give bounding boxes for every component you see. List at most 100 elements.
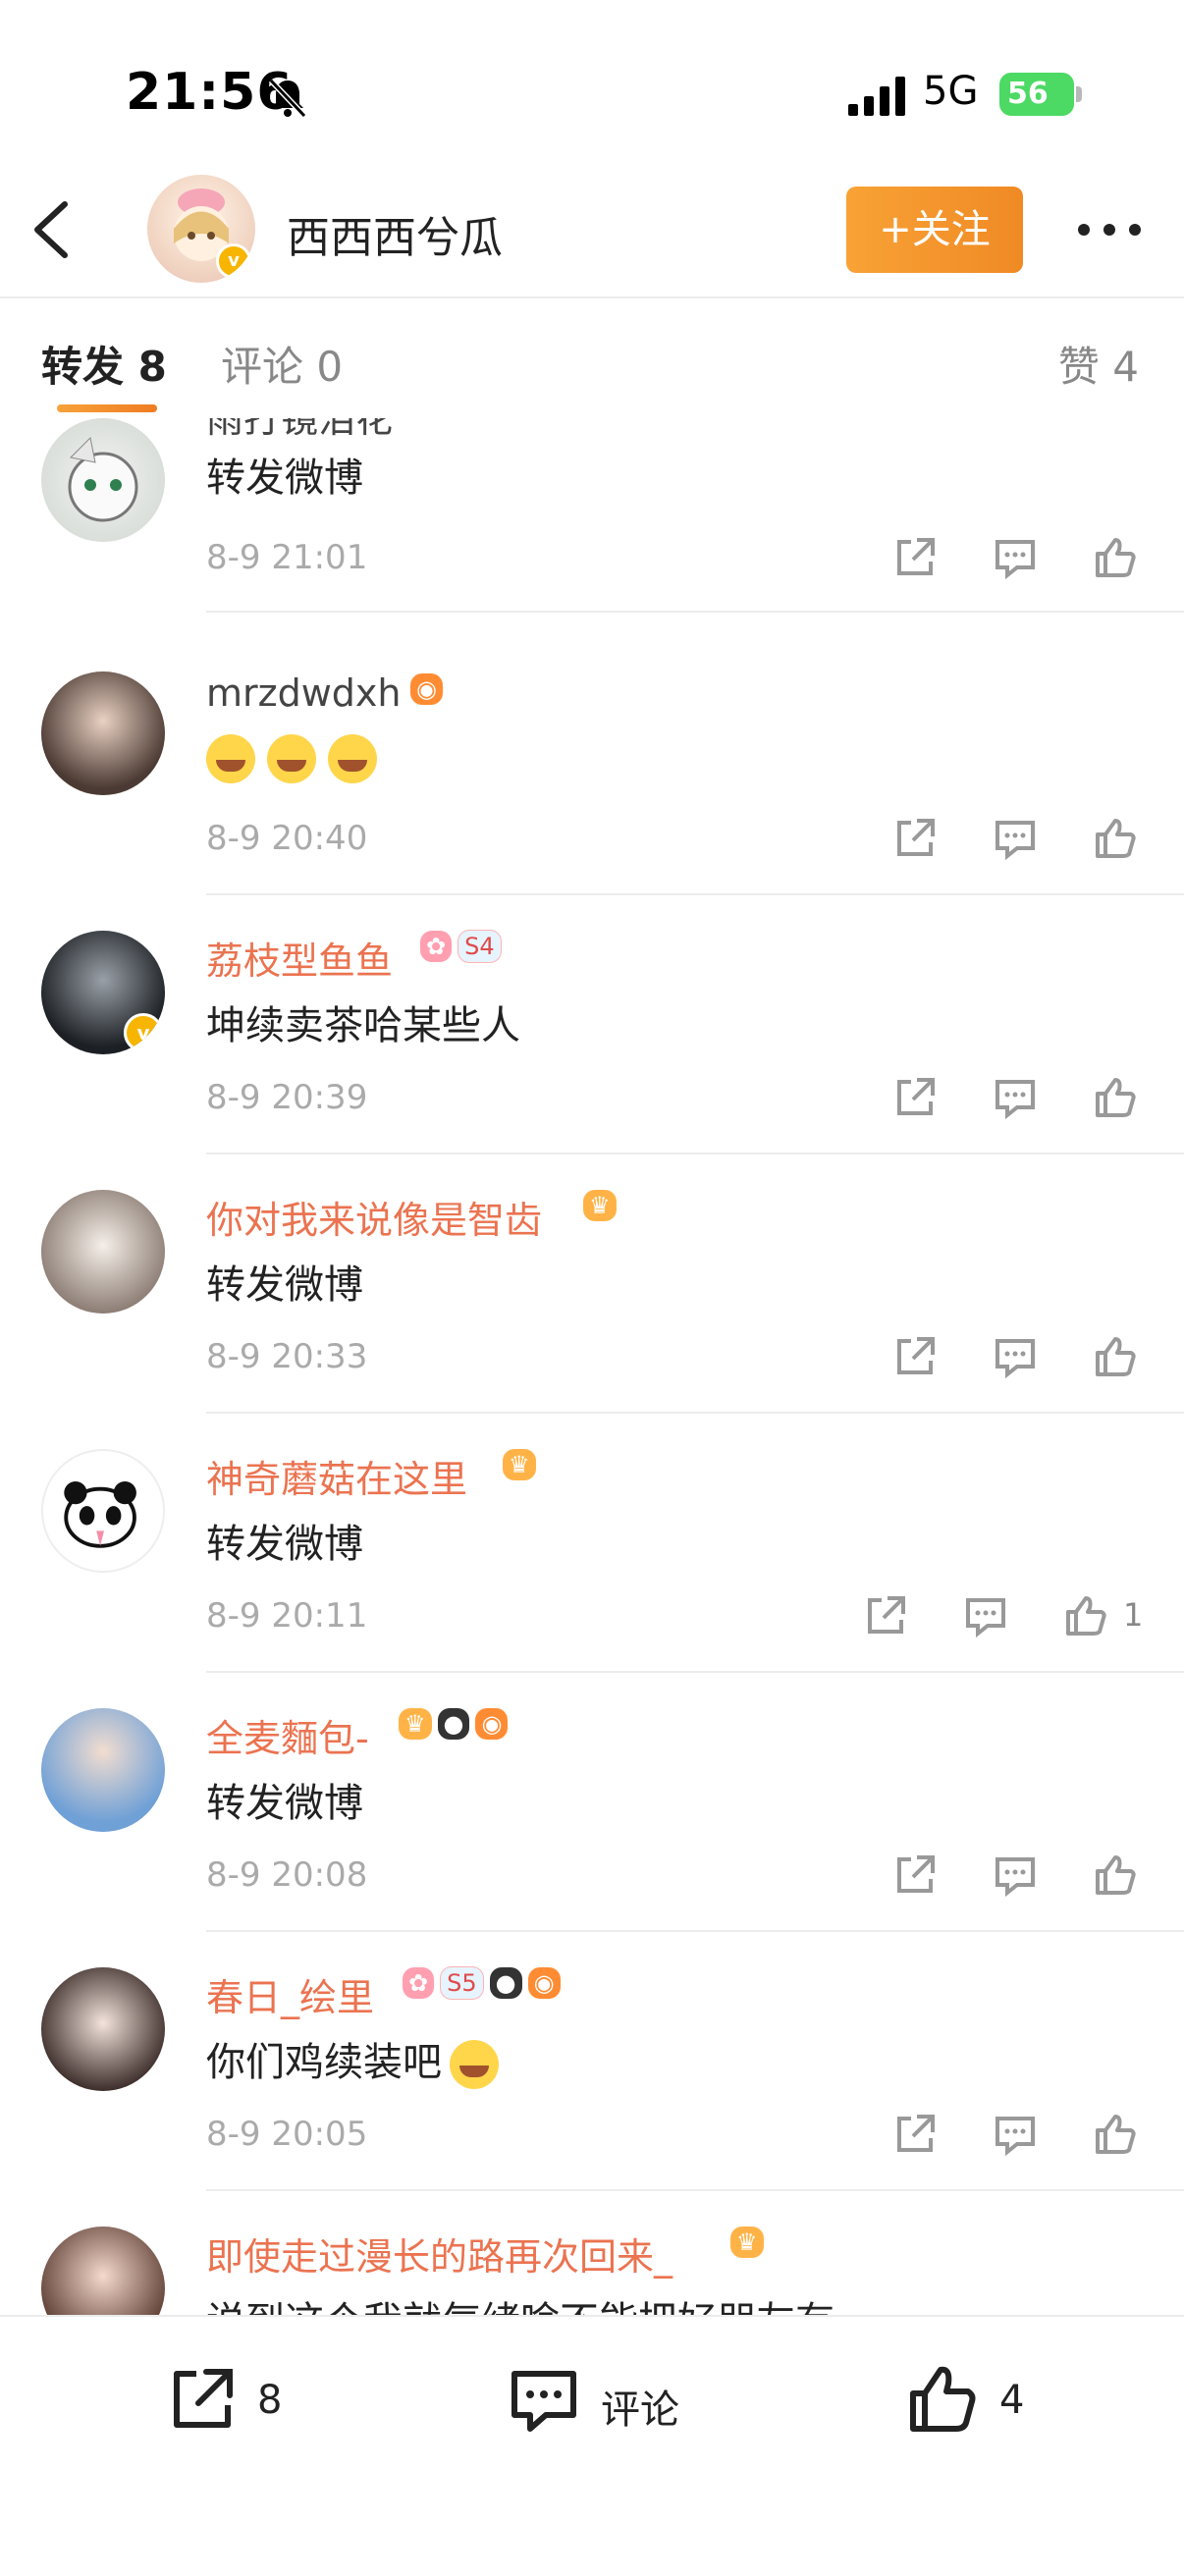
- comment-icon[interactable]: [990, 1850, 1041, 1901]
- like-icon[interactable]: [1090, 2109, 1141, 2160]
- battery-cap: [1076, 86, 1082, 102]
- repost-text-content: 你们鸡续装吧: [206, 2040, 442, 2085]
- repost-text: 转发微博: [206, 1262, 363, 1308]
- divider: [206, 1412, 1184, 1414]
- comment-icon[interactable]: [990, 813, 1041, 864]
- divider: [206, 611, 1184, 613]
- user-badges: ◉: [410, 671, 449, 705]
- repost-text: 转发微博: [206, 1522, 363, 1567]
- crown-badge-icon: ♛: [730, 2227, 764, 2258]
- bottom-action-bar: 8 评论 4: [0, 2315, 1184, 2576]
- username[interactable]: mrzdwdxh: [206, 671, 401, 715]
- avatar[interactable]: [41, 418, 165, 542]
- signal-icon: [848, 77, 905, 116]
- like-icon[interactable]: [1090, 1850, 1141, 1901]
- fish-badge-icon: ◉: [527, 1967, 561, 1999]
- username[interactable]: 你对我来说像是智齿: [206, 1190, 542, 1244]
- crown-badge-icon: ♛: [583, 1190, 617, 1221]
- comment-icon[interactable]: [990, 1072, 1041, 1123]
- timestamp: 8-9 20:33: [206, 1337, 368, 1376]
- rabbit-badge-icon: ✿: [420, 931, 453, 962]
- tab-bar: 转发 8 评论 0 赞 4: [0, 296, 1184, 418]
- share-icon[interactable]: [889, 1850, 941, 1901]
- comment-button[interactable]: 评论: [505, 2360, 701, 2448]
- share-icon[interactable]: [889, 2109, 941, 2160]
- tab-like[interactable]: 赞 4: [1058, 334, 1139, 394]
- back-arrow-icon[interactable]: [29, 198, 73, 261]
- like-icon[interactable]: [1090, 532, 1141, 583]
- timestamp: 8-9 20:40: [206, 819, 368, 858]
- avatar[interactable]: [41, 1449, 165, 1573]
- comment-icon: [511, 2371, 576, 2432]
- follow-button[interactable]: +关注: [846, 187, 1023, 273]
- comment-icon[interactable]: [990, 532, 1041, 583]
- user-badges: ♛: [730, 2225, 770, 2258]
- divider: [206, 1153, 1184, 1154]
- username[interactable]: 全麦麵包-: [206, 1708, 369, 1762]
- divider: [206, 893, 1184, 895]
- panda-badge-icon: ●: [489, 1967, 522, 1999]
- divider: [206, 2189, 1184, 2191]
- active-tab-indicator: [57, 404, 157, 412]
- level-badge: S4: [457, 930, 502, 963]
- list-item: 雨打镜泪花 转发微博 8-9 21:01: [0, 418, 1184, 648]
- laugh-cry-emoji-icon: [328, 734, 377, 783]
- share-icon[interactable]: [889, 532, 941, 583]
- share-icon[interactable]: [889, 1072, 941, 1123]
- like-icon[interactable]: [1090, 1331, 1141, 1382]
- user-badges: ♛: [503, 1447, 542, 1480]
- more-dots-icon[interactable]: [1070, 210, 1149, 249]
- profile-header: v 西西西兮瓜 +关注: [0, 167, 1184, 298]
- battery-indicator: 56: [999, 73, 1074, 116]
- fish-badge-icon: ◉: [475, 1708, 509, 1740]
- tab-comment[interactable]: 评论 0: [221, 334, 343, 394]
- like-count: 1: [1123, 1596, 1144, 1634]
- user-badges: ✿ S5 ● ◉: [403, 1965, 566, 2000]
- laugh-emoji-icon: [450, 2040, 499, 2089]
- comment-icon[interactable]: [990, 1331, 1041, 1382]
- like-icon[interactable]: [1060, 1590, 1111, 1641]
- profile-username[interactable]: 西西西兮瓜: [287, 202, 503, 265]
- share-icon[interactable]: [860, 1590, 911, 1641]
- share-icon[interactable]: [889, 813, 941, 864]
- username[interactable]: 雨打镜泪花: [206, 418, 393, 443]
- bell-muted-icon: [268, 78, 307, 119]
- share-icon: [174, 2369, 233, 2428]
- avatar[interactable]: v: [41, 931, 165, 1054]
- comment-icon[interactable]: [990, 2109, 1041, 2160]
- verified-badge-icon: v: [216, 243, 251, 279]
- timestamp: 8-9 20:08: [206, 1855, 368, 1895]
- username[interactable]: 荔枝型鱼鱼: [206, 931, 393, 985]
- verified-badge-icon: v: [124, 1013, 163, 1052]
- repost-text: 转发微博: [206, 1781, 363, 1826]
- avatar[interactable]: [41, 671, 165, 795]
- avatar-illustration: [64, 1480, 136, 1548]
- avatar[interactable]: [41, 1708, 165, 1832]
- list-item: 你对我来说像是智齿 ♛ 转发微博 8-9 20:33: [0, 1166, 1184, 1425]
- like-button[interactable]: 4: [903, 2360, 1041, 2448]
- crown-badge-icon: ♛: [503, 1449, 536, 1480]
- repost-text: [206, 734, 389, 783]
- avatar[interactable]: [41, 1967, 165, 2091]
- like-icon[interactable]: [1090, 1072, 1141, 1123]
- laugh-cry-emoji-icon: [206, 734, 255, 783]
- like-icon: [910, 2366, 976, 2432]
- list-item: 全麦麵包- ♛ ● ◉ 转发微博 8-9 20:08: [0, 1685, 1184, 1944]
- username[interactable]: 即使走过漫长的路再次回来_: [206, 2227, 673, 2281]
- repost-text: 你们鸡续装吧: [206, 2030, 511, 2089]
- comment-icon[interactable]: [960, 1590, 1011, 1641]
- list-item: mrzdwdxh ◉ 8-9 20:40: [0, 648, 1184, 907]
- avatar[interactable]: v: [147, 175, 255, 283]
- fish-badge-icon: ◉: [410, 673, 443, 705]
- divider: [206, 1671, 1184, 1673]
- avatar[interactable]: [41, 1190, 165, 1314]
- username[interactable]: 春日_绘里: [206, 1967, 374, 2021]
- like-icon[interactable]: [1090, 813, 1141, 864]
- tab-repost[interactable]: 转发 8: [41, 334, 167, 394]
- repost-list: 雨打镜泪花 转发微博 8-9 21:01 mrzdwdxh ◉ 8-9 20:4…: [0, 418, 1184, 2315]
- repost-button[interactable]: 8: [163, 2360, 330, 2448]
- username[interactable]: 神奇蘑菇在这里: [206, 1449, 467, 1503]
- avatar[interactable]: [41, 2227, 165, 2315]
- crown-badge-icon: ♛: [399, 1708, 432, 1740]
- share-icon[interactable]: [889, 1331, 941, 1382]
